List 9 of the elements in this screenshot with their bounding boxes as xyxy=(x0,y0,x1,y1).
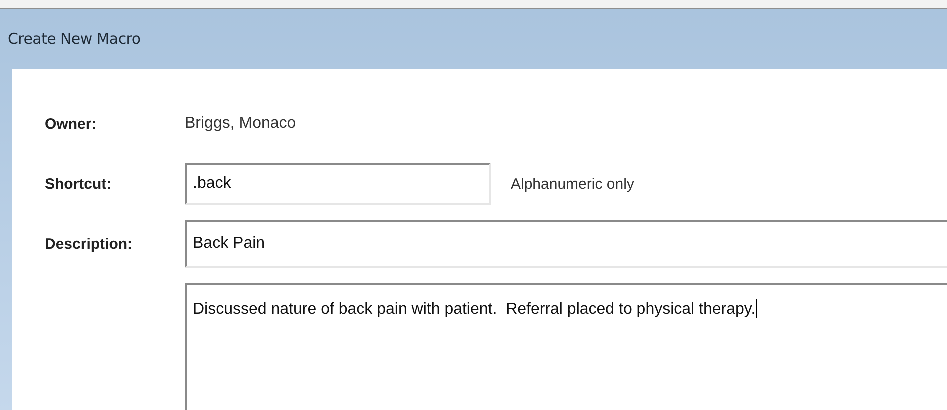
hint-text: Alphanumeric only xyxy=(511,176,634,192)
input-field[interactable]: Back Pain xyxy=(185,220,947,268)
text-area[interactable]: Discussed nature of back pain with patient. Referral placed to physical therapy. xyxy=(185,283,947,410)
owner-name: Briggs, Monaco xyxy=(185,115,296,133)
window-title: Create New Macro xyxy=(8,30,141,48)
input-field[interactable]: .back xyxy=(185,163,491,205)
field-label: Description: xyxy=(44,236,134,252)
field-label: Shortcut: xyxy=(44,176,113,192)
field-label: Owner: xyxy=(44,116,98,132)
